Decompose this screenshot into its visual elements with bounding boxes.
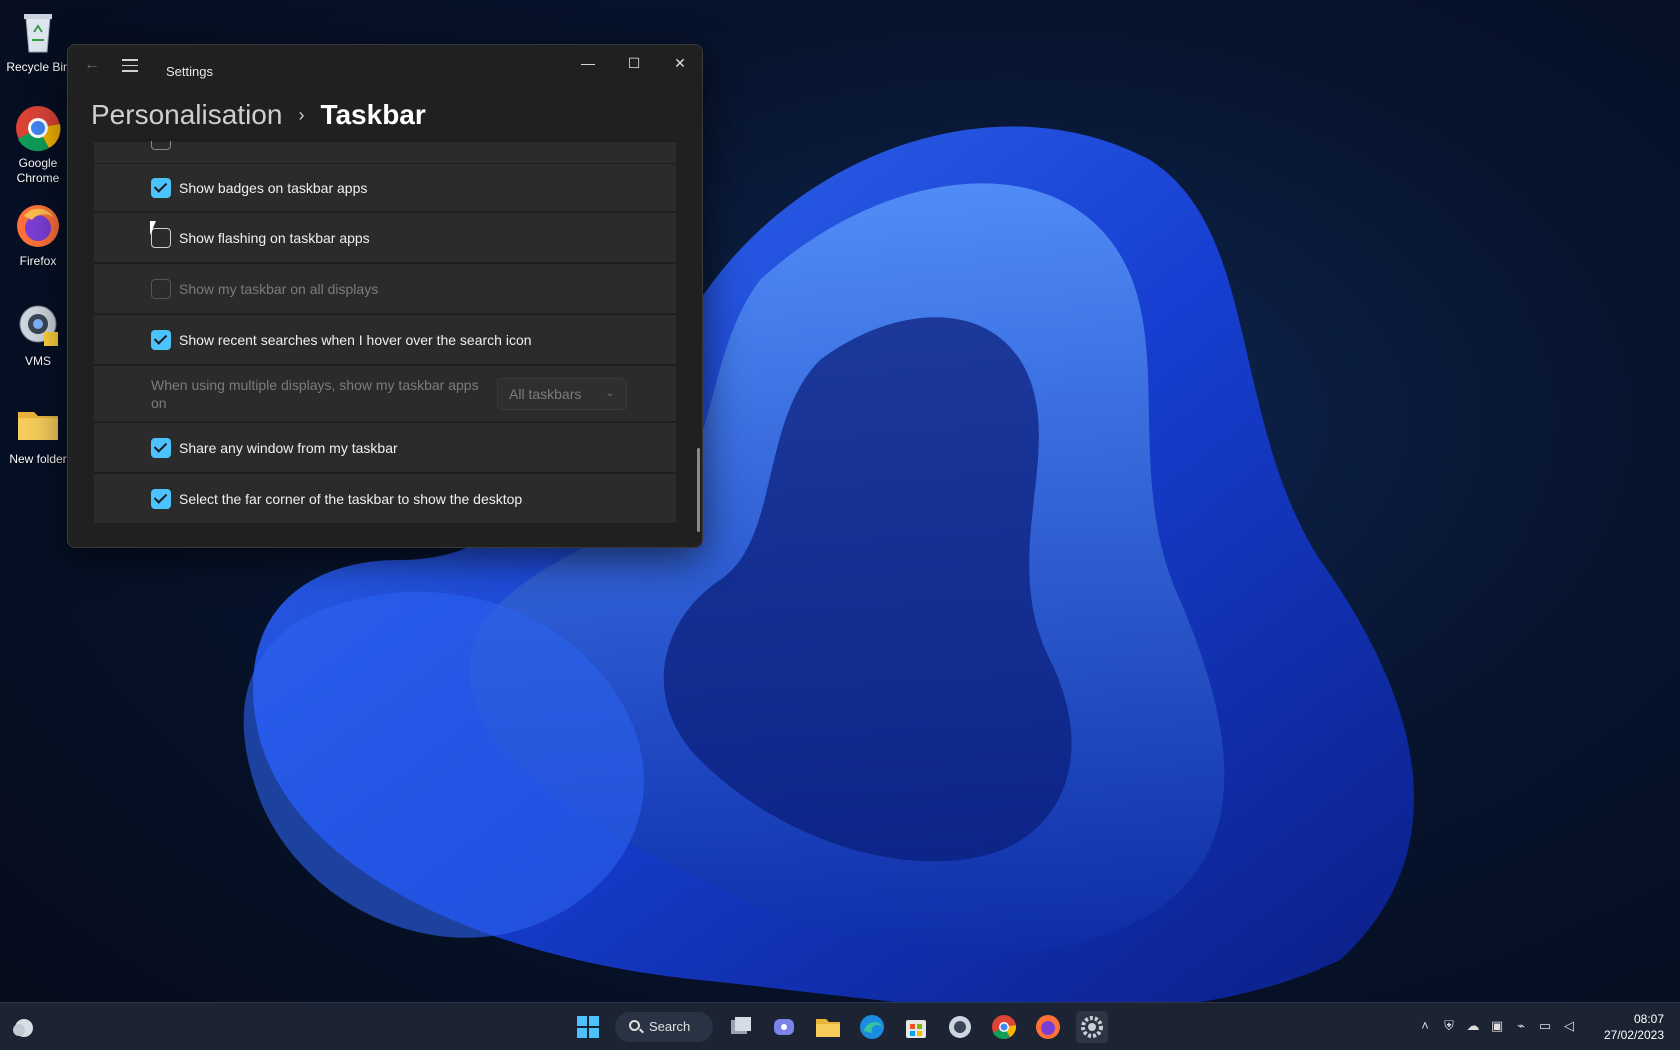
desktop-icon-new-folder[interactable]: New folder xyxy=(0,400,76,467)
windows-start-icon[interactable] xyxy=(572,1011,604,1043)
desktop-icon-label: Google Chrome xyxy=(16,156,60,185)
setting-label: Show my taskbar on all displays xyxy=(179,281,379,297)
mouse-cursor-icon xyxy=(150,221,156,235)
checkbox-all-displays xyxy=(151,279,171,299)
clock[interactable]: 08:07 27/02/2023 xyxy=(1604,1011,1664,1043)
checkbox[interactable] xyxy=(151,141,171,150)
store-icon[interactable] xyxy=(900,1011,932,1043)
file-explorer-icon[interactable] xyxy=(812,1011,844,1043)
settings-row-multiple-displays: When using multiple displays, show my ta… xyxy=(94,365,676,421)
setting-label: Show badges on taskbar apps xyxy=(179,180,368,196)
settings-row-show-flashing[interactable]: Show flashing on taskbar apps xyxy=(94,212,676,262)
chevron-up-icon[interactable]: ˄ xyxy=(1417,1018,1433,1034)
setting-label: Share any window from my taskbar xyxy=(179,440,398,456)
taskbar: Search ˄ ⛨ ☁ ▣ ⌁ ▭ ◁ 08:07 27/02/2023 xyxy=(0,1002,1680,1050)
setting-label: When using multiple displays, show my ta… xyxy=(151,377,479,411)
desktop-icon-chrome[interactable]: Google Chrome xyxy=(0,104,76,186)
usb-icon[interactable]: ⌁ xyxy=(1513,1018,1529,1034)
edge-icon[interactable] xyxy=(856,1011,888,1043)
search-icon xyxy=(629,1020,640,1031)
checkbox-share-window[interactable] xyxy=(151,438,171,458)
checkbox-recent-searches[interactable] xyxy=(151,330,171,350)
settings-row-show-badges[interactable]: Show badges on taskbar apps xyxy=(94,163,676,211)
close-button[interactable]: ✕ xyxy=(657,45,702,81)
chevron-down-icon: ⌄ xyxy=(605,388,614,399)
chrome-icon[interactable] xyxy=(988,1011,1020,1043)
settings-row-all-displays: Show my taskbar on all displays xyxy=(94,263,676,313)
clock-time: 08:07 xyxy=(1633,1012,1664,1026)
breadcrumb-parent-link[interactable]: Personalisation xyxy=(91,99,282,131)
hamburger-menu-icon[interactable] xyxy=(120,55,140,75)
settings-row-partial xyxy=(94,141,676,163)
back-arrow-icon[interactable]: ← xyxy=(82,55,102,75)
breadcrumb: Personalisation › Taskbar xyxy=(91,93,426,137)
checkbox-far-corner[interactable] xyxy=(151,489,171,509)
desktop-icon-label: VMS xyxy=(24,354,51,368)
firefox-icon xyxy=(14,202,62,250)
chrome-icon xyxy=(14,104,62,152)
desktop-icon-label: Firefox xyxy=(19,254,57,268)
firefox-icon[interactable] xyxy=(1032,1011,1064,1043)
vms-icon[interactable] xyxy=(944,1011,976,1043)
settings-list: Show badges on taskbar apps Show flashin… xyxy=(94,141,676,525)
setting-label: Show recent searches when I hover over t… xyxy=(179,332,532,348)
minimize-button[interactable]: — xyxy=(565,45,611,81)
chevron-right-icon: › xyxy=(298,104,305,125)
dropdown-value: All taskbars xyxy=(509,386,582,402)
task-view-icon[interactable] xyxy=(724,1011,756,1043)
desktop-icon-vms[interactable]: VMS xyxy=(0,302,76,369)
page-title: Taskbar xyxy=(320,99,426,130)
taskbar-apps-dropdown: All taskbars ⌄ xyxy=(497,378,627,410)
network-icon[interactable]: ▭ xyxy=(1537,1018,1553,1034)
window-title: Settings xyxy=(166,64,213,79)
cloud-offline-icon[interactable]: ☁ xyxy=(1465,1018,1481,1034)
weather-widget-icon[interactable] xyxy=(8,1011,40,1043)
settings-row-share-window[interactable]: Share any window from my taskbar xyxy=(94,422,676,472)
desktop-icon-recycle-bin[interactable]: Recycle Bin xyxy=(0,8,76,75)
desktop-icon-firefox[interactable]: Firefox xyxy=(0,202,76,269)
title-bar[interactable]: ← Settings — ☐ ✕ xyxy=(68,45,702,85)
search-label: Search xyxy=(649,1019,691,1034)
clock-date: 27/02/2023 xyxy=(1603,1028,1664,1042)
maximize-button[interactable]: ☐ xyxy=(611,45,657,81)
app-tray-icon[interactable]: ▣ xyxy=(1489,1018,1505,1034)
scrollbar-thumb[interactable] xyxy=(697,448,700,532)
taskbar-search-button[interactable]: Search xyxy=(615,1012,713,1042)
checkbox-show-badges[interactable] xyxy=(151,178,171,198)
desktop-icon-label: Recycle Bin xyxy=(6,60,70,74)
volume-muted-icon[interactable]: ◁ xyxy=(1561,1018,1577,1034)
vms-icon xyxy=(14,302,62,350)
settings-row-recent-searches[interactable]: Show recent searches when I hover over t… xyxy=(94,314,676,364)
settings-window: ← Settings — ☐ ✕ Personalisation › Taskb… xyxy=(67,44,703,548)
settings-icon[interactable] xyxy=(1076,1011,1108,1043)
setting-label: Show flashing on taskbar apps xyxy=(179,230,370,246)
recycle-bin-icon xyxy=(14,8,62,56)
folder-icon xyxy=(14,400,62,448)
chat-icon[interactable] xyxy=(768,1011,800,1043)
setting-label: Select the far corner of the taskbar to … xyxy=(179,491,523,507)
settings-row-far-corner[interactable]: Select the far corner of the taskbar to … xyxy=(94,473,676,523)
security-shield-icon[interactable]: ⛨ xyxy=(1441,1018,1457,1034)
desktop-icon-label: New folder xyxy=(9,452,67,466)
